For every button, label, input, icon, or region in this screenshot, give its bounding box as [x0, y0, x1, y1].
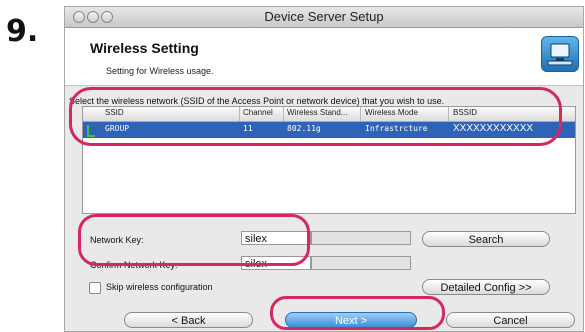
- page-title: Wireless Setting: [90, 40, 199, 56]
- network-setup-icon: [541, 36, 579, 72]
- confirm-key-label: Confirm Network Key:: [90, 260, 178, 270]
- setup-window: Device Server Setup Wireless Setting Set…: [64, 6, 584, 332]
- next-button[interactable]: Next >: [285, 312, 417, 328]
- table-row[interactable]: GROUP 11 802.11g Infrastrcture XXXXXXXXX…: [83, 122, 575, 138]
- column-header-mode[interactable]: Wireless Mode: [365, 108, 418, 117]
- column-header-ssid[interactable]: SSID: [105, 108, 124, 117]
- network-key-field[interactable]: silex: [241, 231, 311, 245]
- step-number: 9.: [6, 14, 39, 49]
- confirm-key-extension: [311, 256, 411, 270]
- cell-mode: Infrastrcture: [365, 124, 428, 133]
- titlebar: Device Server Setup: [65, 7, 583, 28]
- confirm-key-field[interactable]: silex: [241, 256, 311, 270]
- column-header-channel[interactable]: Channel: [243, 108, 273, 117]
- column-header-standard[interactable]: Wireless Stand...: [287, 108, 347, 117]
- search-button[interactable]: Search: [422, 231, 550, 247]
- network-key-extension: [311, 231, 411, 245]
- page-subtitle: Setting for Wireless usage.: [106, 66, 214, 76]
- column-header-bssid[interactable]: BSSID: [453, 108, 477, 117]
- skip-wireless-checkbox[interactable]: [89, 282, 101, 294]
- network-table[interactable]: SSID Channel Wireless Stand... Wireless …: [82, 106, 576, 214]
- cancel-button[interactable]: Cancel: [446, 312, 575, 328]
- instruction-text: Select the wireless network (SSID of the…: [69, 96, 445, 106]
- back-button[interactable]: < Back: [124, 312, 253, 328]
- detailed-config-button[interactable]: Detailed Config >>: [422, 279, 550, 295]
- network-key-label: Network Key:: [90, 235, 144, 245]
- cell-bssid: XXXXXXXXXXXX: [453, 123, 534, 134]
- window-title: Device Server Setup: [264, 9, 384, 24]
- cell-ssid: GROUP: [105, 124, 130, 133]
- table-header: SSID Channel Wireless Stand... Wireless …: [83, 107, 575, 122]
- signal-strength-icon: [87, 125, 95, 137]
- skip-wireless-label: Skip wireless configuration: [106, 282, 213, 292]
- cell-channel: 11: [243, 124, 253, 133]
- header-panel: Wireless Setting Setting for Wireless us…: [65, 28, 583, 86]
- cell-standard: 802.11g: [287, 124, 321, 133]
